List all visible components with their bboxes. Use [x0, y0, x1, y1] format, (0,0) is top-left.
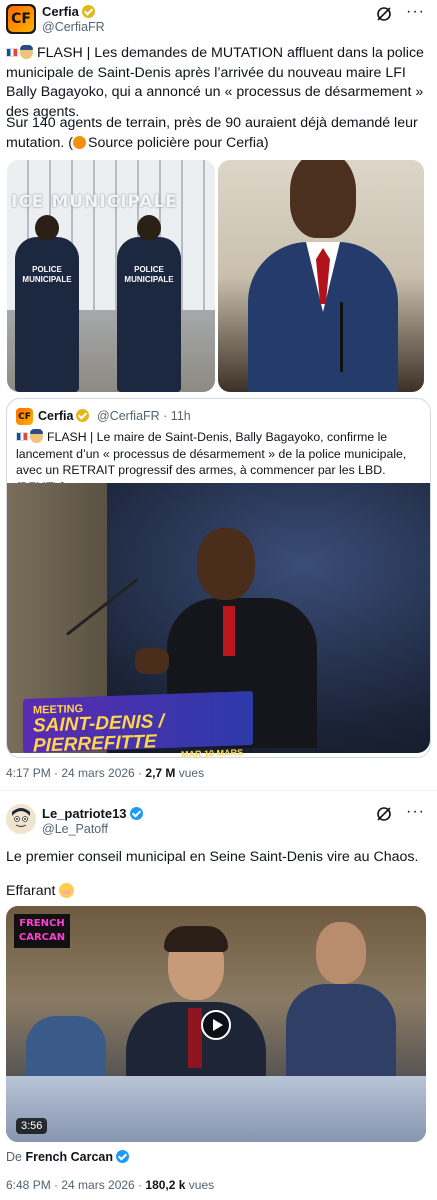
- verified-gold-icon: [76, 409, 90, 422]
- avatar[interactable]: CF: [6, 4, 36, 34]
- play-icon[interactable]: [201, 1010, 231, 1040]
- podium-banner: MEETING SAINT-DENIS / PIERREFITTE MAR 10…: [23, 690, 253, 757]
- tweet-text-2: Sur 140 agents de terrain, près de 90 au…: [6, 115, 418, 151]
- microphone: [340, 302, 343, 372]
- building-sign: ICE MUNICIPALE: [11, 192, 178, 212]
- cartoon-avatar-icon: [6, 804, 36, 834]
- tweet-text: Le premier conseil municipal en Seine Sa…: [6, 849, 419, 865]
- tweet-actions: ···: [376, 804, 425, 822]
- verified-blue-icon: [115, 1150, 129, 1163]
- flushed-face-icon: [59, 883, 75, 898]
- police-officer-icon: [30, 429, 43, 443]
- tweet-actions: ···: [376, 4, 425, 22]
- media-police-image[interactable]: ICE MUNICIPALE POLICE MUNICIPALE POLICE …: [7, 160, 215, 392]
- orange-circle-icon: [73, 135, 87, 149]
- more-icon[interactable]: ···: [406, 804, 425, 822]
- video-source[interactable]: De French Carcan: [6, 1150, 129, 1164]
- media-mayor-portrait[interactable]: [218, 160, 424, 392]
- police-officer-icon: [20, 45, 33, 59]
- tweet-cerfia[interactable]: CF Cerfia @CerfiaFR ··· FLASH | Les dema…: [0, 0, 437, 792]
- officer-figure: POLICE MUNICIPALE: [15, 215, 79, 392]
- grok-icon[interactable]: [376, 806, 392, 822]
- avatar: CF: [16, 408, 33, 425]
- video-player[interactable]: FRENCH CARCAN 3:56: [6, 906, 426, 1142]
- verified-gold-icon: [81, 5, 95, 18]
- france-flag-icon: [6, 48, 18, 57]
- verified-blue-icon: [129, 807, 143, 820]
- avatar[interactable]: [6, 804, 36, 834]
- views-count: 180,2 k: [145, 1178, 186, 1192]
- france-flag-icon: [16, 432, 28, 441]
- video-duration: 3:56: [16, 1118, 48, 1134]
- officer-figure: POLICE MUNICIPALE: [117, 215, 181, 392]
- tweet-text-2: Effarant: [6, 882, 431, 902]
- author-name[interactable]: Le_patriote13: [42, 806, 143, 821]
- quote-media-image[interactable]: MEETING SAINT-DENIS / PIERREFITTE MAR 10…: [7, 483, 430, 757]
- author-handle[interactable]: @Le_Patoff: [42, 822, 108, 836]
- quote-author-name: Cerfia: [38, 409, 90, 423]
- divider: [0, 790, 437, 791]
- quote-author-handle: @CerfiaFR · 11h: [97, 409, 191, 423]
- views-count: 2,7 M: [145, 766, 176, 780]
- tweet-text: FLASH | Les demandes de MUTATION affluen…: [6, 45, 424, 120]
- video-brand-watermark: FRENCH CARCAN: [14, 914, 70, 948]
- tweet-timestamp[interactable]: 4:17 PM · 24 mars 2026 · 2,7 M vues: [6, 766, 204, 780]
- tweet-timestamp[interactable]: 6:48 PM · 24 mars 2026 · 180,2 k vues: [6, 1178, 214, 1192]
- more-icon[interactable]: ···: [406, 4, 425, 22]
- quoted-tweet[interactable]: CF Cerfia @CerfiaFR · 11h FLASH | Le mai…: [6, 398, 431, 758]
- grok-icon[interactable]: [376, 6, 392, 22]
- author-handle[interactable]: @CerfiaFR: [42, 20, 105, 34]
- cerfia-logo-icon: CF: [8, 6, 34, 32]
- author-name[interactable]: Cerfia: [42, 4, 95, 19]
